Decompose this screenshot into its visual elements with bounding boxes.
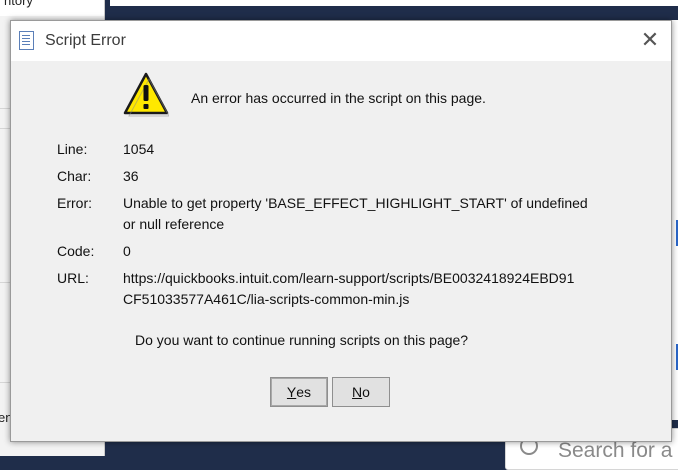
yes-mnemonic: Y — [286, 384, 297, 400]
line-value: 1054 — [123, 141, 155, 157]
dialog-titlebar[interactable]: Script Error ✕ — [11, 21, 671, 61]
close-icon[interactable]: ✕ — [635, 25, 665, 55]
script-page-icon — [19, 31, 34, 50]
yes-label-rest: es — [296, 384, 312, 400]
no-mnemonic: N — [352, 384, 363, 400]
background-top-panel — [110, 0, 678, 6]
error-message: An error has occurred in the script on t… — [191, 90, 486, 106]
error-label: Error: — [57, 195, 92, 211]
dialog-title: Script Error — [45, 32, 126, 49]
background-left-top-item: ntory — [0, 0, 104, 16]
no-button[interactable]: No — [332, 377, 390, 407]
background-search-placeholder: Search for a — [558, 439, 673, 462]
continue-question: Do you want to continue running scripts … — [135, 332, 469, 348]
char-label: Char: — [57, 168, 92, 184]
code-value: 0 — [123, 243, 131, 259]
no-label-rest: o — [362, 384, 370, 400]
url-value: https://quickbooks.intuit.com/learn-supp… — [123, 270, 575, 307]
script-error-dialog: Script Error ✕ An error has occurred in … — [10, 20, 672, 442]
error-value: Unable to get property 'BASE_EFFECT_HIGH… — [123, 195, 588, 232]
warning-triangle-icon — [123, 72, 169, 117]
url-label: URL: — [57, 270, 89, 286]
char-value: 36 — [123, 168, 139, 184]
background-left-top-text: ntory — [4, 0, 33, 8]
code-label: Code: — [57, 243, 95, 259]
line-label: Line: — [57, 141, 88, 157]
yes-button[interactable]: Yes — [270, 377, 328, 407]
